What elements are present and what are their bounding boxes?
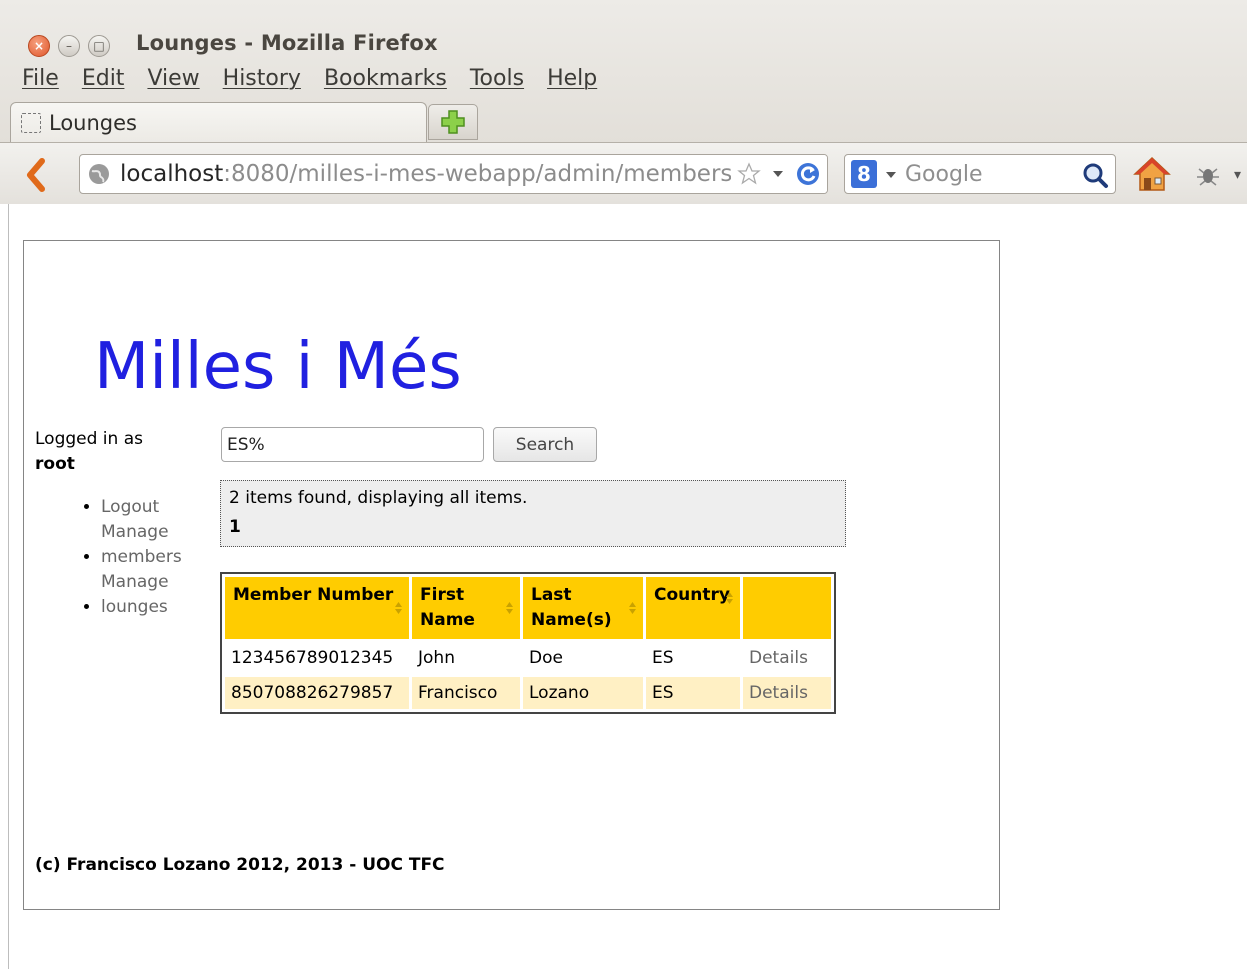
- sort-icon: [629, 602, 636, 614]
- cell-actions: Details: [743, 677, 831, 709]
- login-username: root: [35, 454, 75, 474]
- sort-icon: [506, 602, 513, 614]
- nav-item-logout: Logout: [101, 495, 201, 520]
- cell-country: ES: [646, 677, 740, 709]
- back-arrow-icon: [27, 158, 45, 192]
- cell-country: ES: [646, 642, 740, 674]
- header-label: Member Number: [233, 585, 394, 605]
- window-maximize-button[interactable]: □: [88, 35, 110, 57]
- menu-bookmarks[interactable]: Bookmarks: [324, 66, 447, 91]
- cell-first-name: John: [412, 642, 520, 674]
- window-title: Lounges - Mozilla Firefox: [136, 31, 438, 55]
- cell-actions: Details: [743, 642, 831, 674]
- tab-strip: Lounges: [0, 100, 1247, 142]
- details-link[interactable]: Details: [749, 648, 808, 668]
- manage-lounges-link[interactable]: Manage lounges: [101, 570, 201, 620]
- menu-help[interactable]: Help: [547, 66, 597, 91]
- cell-first-name: Francisco: [412, 677, 520, 709]
- column-header-country[interactable]: Country: [646, 577, 740, 639]
- sort-icon: [395, 602, 402, 614]
- new-tab-button[interactable]: [428, 104, 478, 140]
- tab-label: Lounges: [49, 110, 137, 135]
- navigation-bar: localhost :8080/milles-i-mes-webapp/admi…: [0, 142, 1247, 204]
- window-minimize-button[interactable]: –: [58, 35, 80, 57]
- column-header-first-name[interactable]: First Name: [412, 577, 520, 639]
- page-footer: (c) Francisco Lozano 2012, 2013 - UOC TF…: [35, 855, 445, 875]
- tab-lounges[interactable]: Lounges: [10, 102, 427, 142]
- members-table: Member Number First Name Last Name(s) Co…: [220, 572, 836, 714]
- url-path: :8080/milles-i-mes-webapp/admin/members:: [223, 161, 741, 187]
- header-label: First Name: [420, 585, 475, 630]
- addon-button[interactable]: [1194, 161, 1222, 189]
- back-button[interactable]: [22, 157, 54, 193]
- results-banner: 2 items found, displaying all items. 1: [220, 480, 846, 547]
- details-link[interactable]: Details: [749, 683, 808, 703]
- default-favicon-icon: [21, 112, 41, 133]
- window-close-button[interactable]: ×: [28, 35, 50, 57]
- logout-link[interactable]: Logout: [101, 497, 159, 517]
- globe-icon: [89, 164, 109, 184]
- plus-icon: [441, 110, 465, 134]
- google-engine-icon[interactable]: 8: [851, 160, 877, 188]
- url-bar[interactable]: localhost :8080/milles-i-mes-webapp/admi…: [79, 154, 828, 194]
- site-title: Milles i Més: [94, 329, 462, 404]
- viewport-edge: [8, 204, 9, 969]
- search-placeholder: Google: [905, 161, 983, 187]
- login-label: Logged in as: [35, 429, 143, 449]
- page-container: Milles i Més Logged in as root Logout Ma…: [23, 240, 1000, 910]
- engine-dropdown-icon[interactable]: [885, 170, 897, 180]
- menu-view[interactable]: View: [147, 66, 199, 91]
- search-bar[interactable]: 8 Google: [844, 154, 1116, 194]
- menu-bar: File Edit View History Bookmarks Tools H…: [0, 60, 1247, 96]
- column-header-member-number[interactable]: Member Number: [225, 577, 409, 639]
- sort-icon: [726, 592, 733, 604]
- search-button[interactable]: Search: [493, 427, 597, 462]
- reload-icon[interactable]: [795, 161, 821, 187]
- cell-member-number: 123456789012345: [225, 642, 409, 674]
- bookmark-star-icon[interactable]: [736, 162, 761, 186]
- home-button[interactable]: [1132, 155, 1172, 193]
- page-number[interactable]: 1: [229, 517, 837, 537]
- cell-member-number: 850708826279857: [225, 677, 409, 709]
- toolbar-overflow-icon[interactable]: ▾: [1234, 167, 1241, 183]
- side-navigation: Logout Manage members Manage lounges: [79, 495, 201, 620]
- nav-item-manage-lounges: Manage lounges: [101, 570, 201, 620]
- url-actions: [731, 155, 827, 193]
- results-count-text: 2 items found, displaying all items.: [229, 488, 528, 508]
- cell-last-names: Doe: [523, 642, 643, 674]
- column-header-actions: [743, 577, 831, 639]
- nav-item-manage-members: Manage members: [101, 520, 201, 570]
- home-icon: [1133, 156, 1171, 191]
- browser-chrome: × – □ Lounges - Mozilla Firefox File Edi…: [0, 0, 1247, 204]
- history-dropdown-icon[interactable]: [772, 169, 784, 179]
- header-label: Country: [654, 585, 730, 605]
- cell-last-names: Lozano: [523, 677, 643, 709]
- menu-tools[interactable]: Tools: [470, 66, 524, 91]
- menu-file[interactable]: File: [22, 66, 59, 91]
- column-header-last-names[interactable]: Last Name(s): [523, 577, 643, 639]
- url-host: localhost: [120, 161, 224, 187]
- manage-members-link[interactable]: Manage members: [101, 520, 201, 570]
- member-search-input[interactable]: [221, 427, 484, 462]
- title-bar: × – □ Lounges - Mozilla Firefox: [0, 12, 1247, 58]
- menu-edit[interactable]: Edit: [82, 66, 125, 91]
- table-row: 850708826279857 Francisco Lozano ES Deta…: [225, 677, 831, 709]
- table-row: 123456789012345 John Doe ES Details: [225, 642, 831, 674]
- menu-history[interactable]: History: [223, 66, 301, 91]
- header-label: Last Name(s): [531, 585, 612, 630]
- bug-icon: [1197, 168, 1219, 186]
- magnifier-icon[interactable]: [1081, 161, 1109, 189]
- table-header-row: Member Number First Name Last Name(s) Co…: [225, 577, 831, 639]
- login-info: Logged in as root: [35, 427, 143, 477]
